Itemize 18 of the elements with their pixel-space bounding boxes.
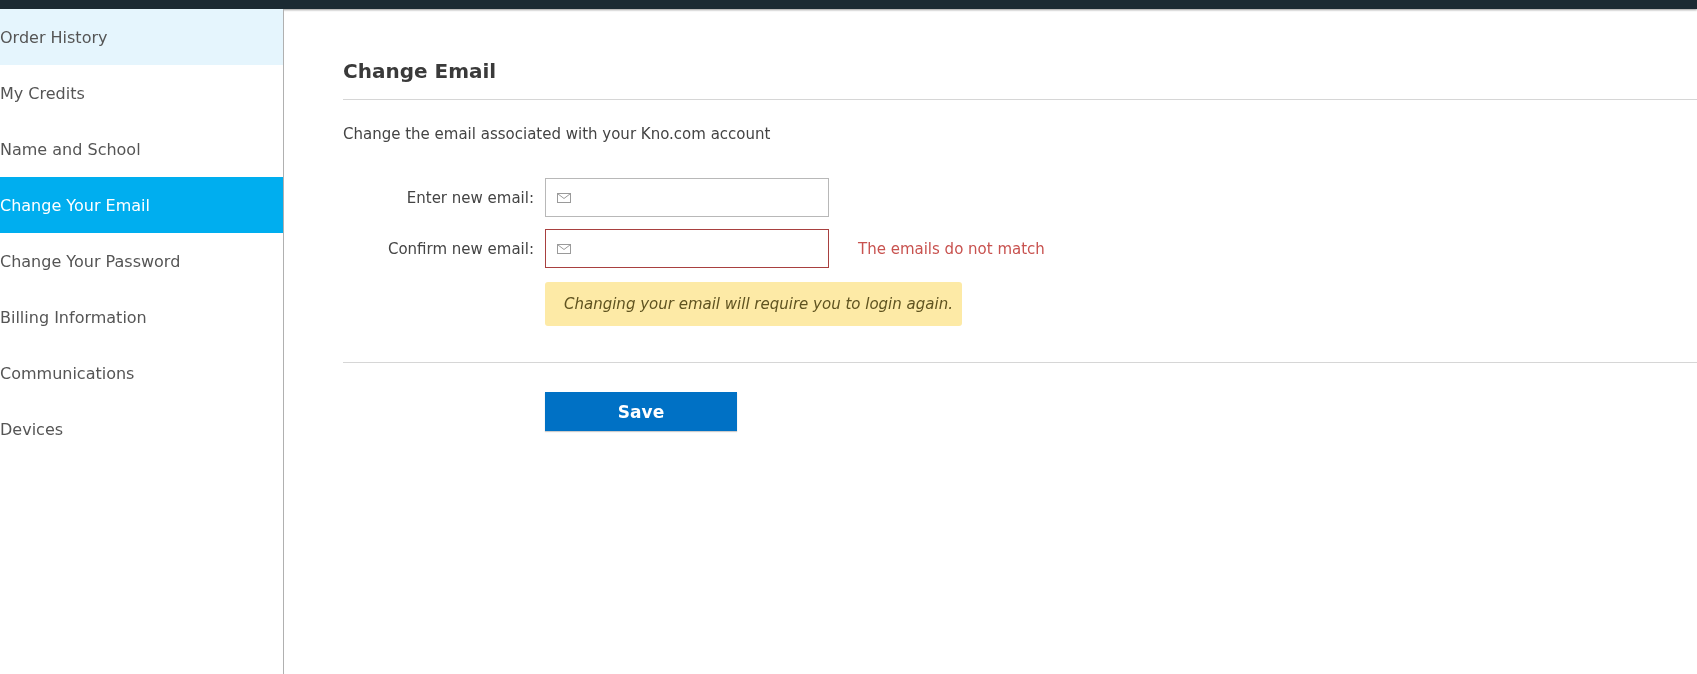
description-text: Change the email associated with your Kno.com account <box>343 124 772 144</box>
sidebar-item[interactable]: Communications <box>0 345 283 401</box>
envelope-icon <box>557 243 571 254</box>
sidebar-item[interactable]: Devices <box>0 401 283 457</box>
page-title: Change Email <box>343 59 498 83</box>
sidebar-item[interactable]: Billing Information <box>0 289 283 345</box>
sidebar-item[interactable]: Name and School <box>0 121 283 177</box>
save-button[interactable]: Save <box>545 392 737 431</box>
notice-banner: Changing your email will require you to login again. <box>545 282 962 326</box>
field-label: Confirm new email: <box>386 239 534 258</box>
error-message: The emails do not match <box>858 240 1045 258</box>
envelope-icon <box>557 192 571 203</box>
sidebar-item[interactable]: Order History <box>0 9 283 65</box>
sidebar-item[interactable]: Change Your Password <box>0 233 283 289</box>
email-input-field[interactable] <box>545 178 829 217</box>
sidebar-item[interactable]: My Credits <box>0 65 283 121</box>
field-label: Enter new email: <box>405 188 534 207</box>
email-input-field[interactable] <box>545 229 829 268</box>
